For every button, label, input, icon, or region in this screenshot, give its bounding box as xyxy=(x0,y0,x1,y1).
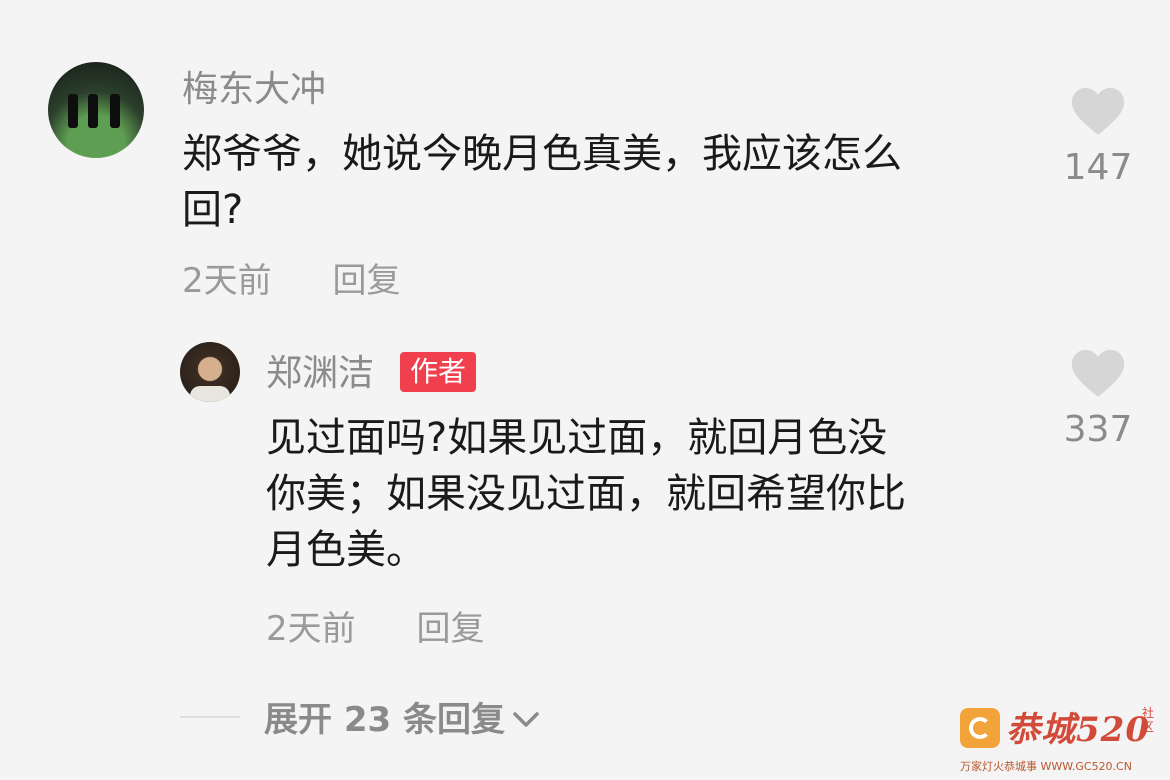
comment-text: 郑爷爷，她说今晚月色真美，我应该怎么 回? xyxy=(182,126,902,238)
expand-replies-label: 展开 23 条回复 xyxy=(264,700,505,740)
comment-reply-button[interactable]: 回复 xyxy=(332,261,400,301)
comment-like-count: 147 xyxy=(1063,147,1133,188)
reply-text-line: 月色美。 xyxy=(266,527,426,573)
site-watermark: 恭城520 社区 万家灯火恭城事 WWW.GC520.CN xyxy=(960,702,1156,774)
comment-text-line: 郑爷爷，她说今晚月色真美，我应该怎么 xyxy=(182,131,902,177)
avatar-figure xyxy=(68,94,78,128)
reply-like-count: 337 xyxy=(1063,409,1133,450)
divider-line xyxy=(180,715,240,718)
reply-text-line: 你美；如果没见过面，就回希望你比 xyxy=(266,471,906,517)
reply-username[interactable]: 郑渊洁 xyxy=(266,356,374,392)
avatar-figure xyxy=(88,94,98,128)
author-badge: 作者 xyxy=(400,352,477,392)
watermark-side: 社区 xyxy=(1142,706,1155,734)
heart-icon[interactable] xyxy=(1070,86,1126,136)
comment-like[interactable]: 147 xyxy=(1053,86,1143,186)
avatar-figure xyxy=(110,94,120,128)
reply-time: 2天前 xyxy=(266,609,356,649)
watermark-brand: 恭城520 xyxy=(1006,710,1150,750)
expand-replies-button[interactable]: 展开 23 条回复 xyxy=(180,692,541,741)
comment-text-line: 回? xyxy=(182,187,244,233)
reply-reply-button[interactable]: 回复 xyxy=(416,609,484,649)
watermark-logo-icon xyxy=(960,708,1000,748)
reply-like[interactable]: 337 xyxy=(1053,348,1143,448)
chevron-down-icon xyxy=(513,711,539,727)
heart-icon[interactable] xyxy=(1070,348,1126,398)
watermark-tagline: 万家灯火恭城事 WWW.GC520.CN xyxy=(960,760,1132,773)
commenter-username[interactable]: 梅东大冲 xyxy=(182,72,326,108)
comment-meta: 2天前 回复 xyxy=(182,264,400,298)
reply-text: 见过面吗?如果见过面，就回月色没 你美；如果没见过面，就回希望你比 月色美。 xyxy=(266,410,906,578)
comment-time: 2天前 xyxy=(182,261,272,301)
reply-avatar[interactable] xyxy=(180,342,240,402)
commenter-avatar[interactable] xyxy=(48,62,144,158)
avatar-shirt xyxy=(190,386,230,402)
reply-text-line: 见过面吗?如果见过面，就回月色没 xyxy=(266,415,888,461)
reply-meta: 2天前 回复 xyxy=(266,612,484,646)
